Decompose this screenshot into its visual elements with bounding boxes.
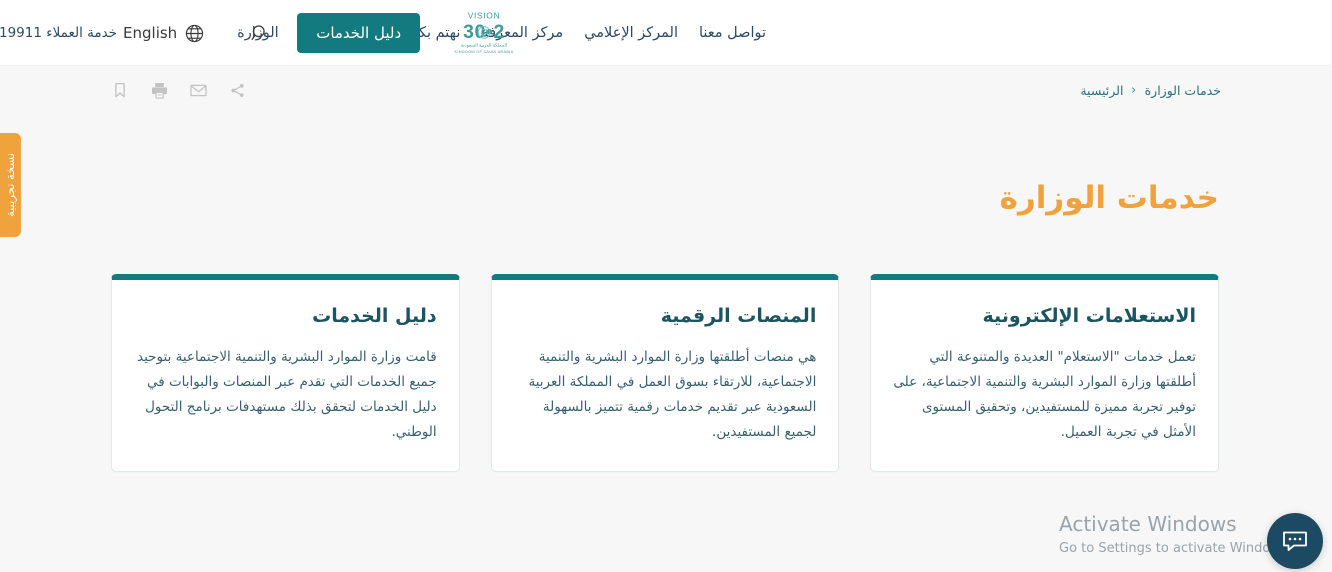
bookmark-button[interactable] [108,77,134,103]
language-switcher[interactable]: English [124,23,206,44]
language-label: English [124,24,179,42]
share-button[interactable] [225,77,251,103]
card-description: تعمل خدمات "الاستعلام" العديدة والمتنوعة… [894,348,1198,440]
search-button[interactable] [250,22,272,44]
vision-2030-logo[interactable]: VISION 2•30 المملكة العربية السعودية KIN… [446,9,524,57]
watermark-title: Activate Windows [1060,512,1238,536]
card-title: الاستعلامات الإلكترونية [983,305,1198,327]
breadcrumb-separator-icon: › [1132,82,1138,98]
card-description: قامت وزارة الموارد البشرية والتنمية الاج… [138,348,438,440]
sub-bar: الرئيسية › خدمات الوزارة [0,66,1332,114]
svg-text:2•30: 2•30 [464,21,506,43]
customer-service-link[interactable]: خدمة العملاء 19911 [0,25,118,41]
svg-text:المملكة العربية السعودية: المملكة العربية السعودية [462,43,508,49]
nav-item-contact-us[interactable]: تواصل معنا [700,25,767,41]
print-icon [152,82,168,99]
beta-version-label: نسخة تجريبية [4,153,18,217]
share-icon [231,83,245,97]
svg-text:KINGDOM OF SAUDI ARABIA: KINGDOM OF SAUDI ARABIA [456,49,515,54]
beta-version-tab[interactable]: نسخة تجريبية [0,133,22,237]
card-title: دليل الخدمات [313,305,438,327]
card-digital-platforms[interactable]: المنصات الرقمية هي منصات أطلقتها وزارة ا… [491,274,841,472]
services-guide-button[interactable]: دليل الخدمات [298,13,422,53]
page-title: خدمات الوزارة [1000,180,1220,216]
email-button[interactable] [186,77,212,103]
breadcrumb: الرئيسية › خدمات الوزارة [1081,83,1222,98]
bookmark-icon [116,82,126,98]
card-services-guide[interactable]: دليل الخدمات قامت وزارة الموارد البشرية … [112,274,461,472]
chat-bubble-icon [1284,531,1308,551]
windows-activation-watermark: Activate Windows Go to Settings to activ… [1060,512,1293,559]
breadcrumb-item-home[interactable]: الرئيسية [1081,83,1124,98]
card-electronic-inquiries[interactable]: الاستعلامات الإلكترونية تعمل خدمات "الاس… [871,274,1221,472]
breadcrumb-item-current: خدمات الوزارة [1145,82,1222,98]
chat-support-button[interactable] [1268,513,1324,569]
card-description: هي منصات أطلقتها وزارة الموارد البشرية و… [529,348,818,440]
search-icon [252,25,266,40]
page-action-icons [108,77,251,103]
svg-text:VISION: VISION [469,11,501,21]
email-icon [190,84,208,96]
services-cards-row: دليل الخدمات قامت وزارة الموارد البشرية … [0,274,1332,472]
watermark-subtitle: Go to Settings to activate Windows. [1060,541,1293,556]
nav-item-media-center[interactable]: المركز الإعلامي [585,25,679,41]
card-title: المنصات الرقمية [661,305,818,327]
print-button[interactable] [147,77,173,103]
header-utilities: خدمة العملاء 19911 English دليل الخدمات … [0,0,560,66]
site-header: المـوارد البشرية والتنمية الاجتماعية الو… [0,0,1332,66]
globe-icon [187,24,205,42]
